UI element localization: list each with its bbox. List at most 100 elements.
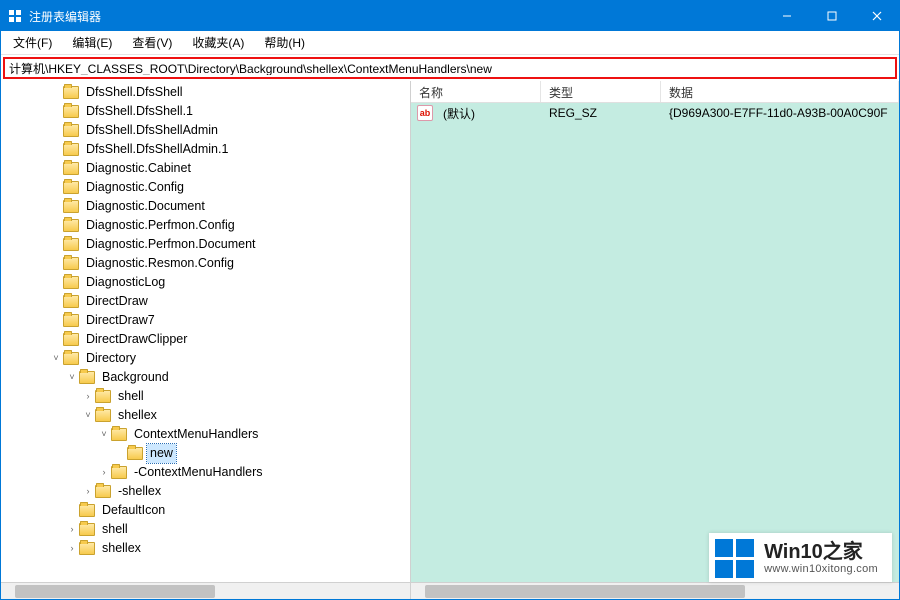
tree-node[interactable]: Diagnostic.Resmon.Config <box>1 254 410 273</box>
folder-icon <box>63 105 79 118</box>
tree-node[interactable]: ˅ Background <box>1 368 410 387</box>
tree-node-label[interactable]: shellex <box>115 406 160 425</box>
column-header-type[interactable]: 类型 <box>541 81 661 102</box>
windows-logo-icon <box>715 539 754 578</box>
tree-node-label[interactable]: DfsShell.DfsShellAdmin <box>83 121 221 140</box>
tree-node[interactable]: ˅ shellex <box>1 406 410 425</box>
tree-node[interactable]: Diagnostic.Perfmon.Document <box>1 235 410 254</box>
tree-node-label[interactable]: DirectDraw7 <box>83 311 158 330</box>
tree-node-label[interactable]: new <box>147 444 176 463</box>
tree-horizontal-scrollbar[interactable] <box>1 582 410 599</box>
folder-icon <box>63 143 79 156</box>
folder-icon <box>63 276 79 289</box>
column-header-name[interactable]: 名称 <box>411 81 541 102</box>
tree-node-label[interactable]: Diagnostic.Perfmon.Config <box>83 216 238 235</box>
tree-node-label[interactable]: DfsShell.DfsShellAdmin.1 <box>83 140 231 159</box>
tree-node[interactable]: DirectDraw <box>1 292 410 311</box>
scrollbar-thumb[interactable] <box>15 585 215 598</box>
tree-node[interactable]: Diagnostic.Perfmon.Config <box>1 216 410 235</box>
app-icon <box>7 8 23 24</box>
close-button[interactable] <box>854 1 899 31</box>
tree-node-label[interactable]: DirectDrawClipper <box>83 330 190 349</box>
tree-node-label[interactable]: Diagnostic.Config <box>83 178 187 197</box>
tree-node[interactable]: DfsShell.DfsShell.1 <box>1 102 410 121</box>
tree-node-label[interactable]: Diagnostic.Resmon.Config <box>83 254 237 273</box>
expand-icon[interactable]: › <box>97 463 111 482</box>
scrollbar-thumb[interactable] <box>425 585 745 598</box>
minimize-button[interactable] <box>764 1 809 31</box>
folder-icon <box>63 295 79 308</box>
tree-node[interactable]: › -shellex <box>1 482 410 501</box>
folder-icon <box>63 333 79 346</box>
folder-icon <box>79 371 95 384</box>
titlebar[interactable]: 注册表编辑器 <box>1 1 899 31</box>
tree-node-label[interactable]: Diagnostic.Cabinet <box>83 159 194 178</box>
tree-node-label[interactable]: shell <box>99 520 131 539</box>
tree-node-label[interactable]: Diagnostic.Perfmon.Document <box>83 235 259 254</box>
registry-tree[interactable]: DfsShell.DfsShellDfsShell.DfsShell.1DfsS… <box>1 81 410 582</box>
tree-node-label[interactable]: -ContextMenuHandlers <box>131 463 266 482</box>
folder-icon <box>63 86 79 99</box>
tree-node-label[interactable]: shellex <box>99 539 144 558</box>
tree-node-label[interactable]: DirectDraw <box>83 292 151 311</box>
tree-node[interactable]: DefaultIcon <box>1 501 410 520</box>
tree-node-label[interactable]: Directory <box>83 349 139 368</box>
menu-view[interactable]: 查看(V) <box>124 32 180 53</box>
tree-node-label[interactable]: ContextMenuHandlers <box>131 425 261 444</box>
menu-help[interactable]: 帮助(H) <box>256 32 313 53</box>
folder-icon <box>63 200 79 213</box>
tree-node-label[interactable]: DfsShell.DfsShell <box>83 83 186 102</box>
expand-icon[interactable]: › <box>65 520 79 539</box>
folder-icon <box>63 352 79 365</box>
tree-node[interactable]: › shell <box>1 520 410 539</box>
expand-icon[interactable]: › <box>81 387 95 406</box>
expand-icon[interactable]: › <box>81 482 95 501</box>
folder-icon <box>79 542 95 555</box>
values-header: 名称 类型 数据 <box>411 81 899 103</box>
address-input[interactable] <box>9 61 891 75</box>
menu-file[interactable]: 文件(F) <box>5 32 60 53</box>
tree-node-label[interactable]: shell <box>115 387 147 406</box>
tree-node[interactable]: DfsShell.DfsShell <box>1 83 410 102</box>
window-buttons <box>764 1 899 31</box>
values-horizontal-scrollbar[interactable] <box>411 582 899 599</box>
menu-edit[interactable]: 编辑(E) <box>64 32 120 53</box>
tree-node[interactable]: new <box>1 444 410 463</box>
tree-node[interactable]: › -ContextMenuHandlers <box>1 463 410 482</box>
tree-node[interactable]: DirectDrawClipper <box>1 330 410 349</box>
folder-icon <box>63 181 79 194</box>
tree-node[interactable]: DfsShell.DfsShellAdmin <box>1 121 410 140</box>
column-header-data[interactable]: 数据 <box>661 81 899 102</box>
collapse-icon[interactable]: ˅ <box>81 406 95 425</box>
tree-node[interactable]: DfsShell.DfsShellAdmin.1 <box>1 140 410 159</box>
collapse-icon[interactable]: ˅ <box>97 425 111 444</box>
menu-favorites[interactable]: 收藏夹(A) <box>184 32 252 53</box>
expand-icon[interactable]: › <box>65 539 79 558</box>
tree-node[interactable]: › shellex <box>1 539 410 558</box>
tree-node[interactable]: ˅ ContextMenuHandlers <box>1 425 410 444</box>
window-title: 注册表编辑器 <box>29 8 764 25</box>
tree-node[interactable]: › shell <box>1 387 410 406</box>
tree-node-label[interactable]: Background <box>99 368 172 387</box>
value-row[interactable]: ab(默认)REG_SZ{D969A300-E7FF-11d0-A93B-00A… <box>411 103 899 123</box>
value-data: {D969A300-E7FF-11d0-A93B-00A0C90F <box>661 106 899 120</box>
tree-node[interactable]: Diagnostic.Cabinet <box>1 159 410 178</box>
collapse-icon[interactable]: ˅ <box>65 368 79 387</box>
collapse-icon[interactable]: ˅ <box>49 349 63 368</box>
tree-node[interactable]: ˅ Directory <box>1 349 410 368</box>
folder-icon <box>63 124 79 137</box>
tree-node-label[interactable]: -shellex <box>115 482 164 501</box>
tree-node-label[interactable]: Diagnostic.Document <box>83 197 208 216</box>
tree-node[interactable]: DirectDraw7 <box>1 311 410 330</box>
tree-node[interactable]: DiagnosticLog <box>1 273 410 292</box>
tree-node[interactable]: Diagnostic.Document <box>1 197 410 216</box>
tree-node[interactable]: Diagnostic.Config <box>1 178 410 197</box>
address-bar[interactable] <box>3 57 897 79</box>
tree-node-label[interactable]: DiagnosticLog <box>83 273 168 292</box>
values-list[interactable]: ab(默认)REG_SZ{D969A300-E7FF-11d0-A93B-00A… <box>411 103 899 582</box>
maximize-button[interactable] <box>809 1 854 31</box>
tree-node-label[interactable]: DefaultIcon <box>99 501 168 520</box>
tree-pane: DfsShell.DfsShellDfsShell.DfsShell.1DfsS… <box>1 81 411 599</box>
watermark-url: www.win10xitong.com <box>764 563 878 575</box>
tree-node-label[interactable]: DfsShell.DfsShell.1 <box>83 102 196 121</box>
